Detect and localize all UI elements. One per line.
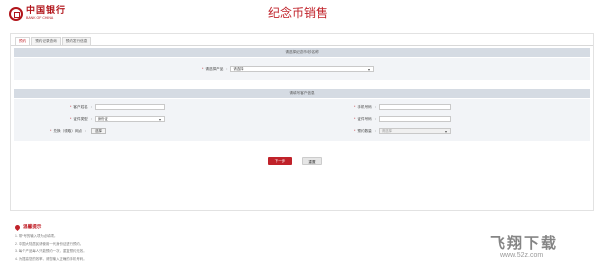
tab-issue-info[interactable]: 预约发行信息 xyxy=(61,37,92,45)
branch-row: * 兑换（领取）网点 : 选择 xyxy=(50,128,106,134)
id-number-label: 证件号码 xyxy=(357,116,372,121)
section-coin-select-header: 请选择纪念币/钞名称 xyxy=(14,48,590,57)
watermark-text: 飞翔下载 xyxy=(490,235,559,252)
header: 中国银行 BANK OF CHINA 纪念币销售 xyxy=(0,0,600,28)
product-label: 请选择产品 xyxy=(205,66,224,71)
product-row: * 请选择产品 : 请选择 xyxy=(202,66,375,72)
id-type-select[interactable]: 身份证 xyxy=(94,116,165,122)
tab-bar: 预约 预约记录查询 预约发行信息 xyxy=(15,37,92,45)
tips-list: 1. 带*号的输入项为必填项。 2. 中国大陆居民请使用一代身份证进行预约。 3… xyxy=(15,233,87,263)
phone-row: * 手机号码 : xyxy=(354,104,451,110)
reset-button[interactable]: 重置 xyxy=(302,157,322,165)
location-pin-icon xyxy=(13,223,22,231)
tip-item: 4. 为提高您的效率，请您输入正确的手机号码。 xyxy=(15,256,87,261)
quantity-select[interactable]: 请选择 xyxy=(378,128,451,134)
tab-reservation-records[interactable]: 预约记录查询 xyxy=(31,37,61,45)
quantity-row: * 预约数量 : 请选择 xyxy=(354,128,451,134)
main-panel: 预约 预约记录查询 预约发行信息 请选择纪念币/钞名称 * 请选择产品 : 请选… xyxy=(10,33,594,211)
name-label: 客户姓名 xyxy=(73,104,88,109)
bank-logo[interactable]: 中国银行 BANK OF CHINA xyxy=(9,4,66,24)
name-input[interactable] xyxy=(94,104,165,110)
tip-item: 1. 带*号的输入项为必填项。 xyxy=(15,234,58,238)
select-branch-button[interactable]: 选择 xyxy=(91,128,106,134)
tip-item: 2. 中国大陆居民请使用一代身份证进行预约。 xyxy=(15,241,84,246)
tips-title: 温馨提示 xyxy=(23,224,42,229)
logo-chinese-name: 中国银行 xyxy=(26,6,67,16)
logo-english-name: BANK OF CHINA xyxy=(26,16,54,20)
section-customer-info: * 客户姓名 : * 手机号码 : * 证件类型 : 身份证 * 证件号码 : … xyxy=(14,99,590,141)
required-marker: * xyxy=(202,67,204,71)
section-coin-select: * 请选择产品 : 请选择 xyxy=(14,58,590,80)
id-type-row: * 证件类型 : 身份证 xyxy=(70,116,165,122)
tips-section: 温馨提示 1. 带*号的输入项为必填项。 2. 中国大陆居民请使用一代身份证进行… xyxy=(13,223,87,263)
branch-label: 兑换（领取）网点 xyxy=(53,128,83,133)
id-number-input[interactable] xyxy=(378,116,451,122)
tab-reserve[interactable]: 预约 xyxy=(15,37,31,45)
id-type-label: 证件类型 xyxy=(73,116,88,121)
name-row: * 客户姓名 : xyxy=(70,104,165,110)
next-button[interactable]: 下一步 xyxy=(268,157,292,165)
phone-label: 手机号码 xyxy=(357,104,372,109)
section-customer-info-header: 请填写客户信息 xyxy=(14,89,590,98)
product-select[interactable]: 请选择 xyxy=(230,66,375,72)
quantity-label: 预约数量 xyxy=(357,128,372,133)
boc-logo-icon xyxy=(9,7,23,21)
page-title: 纪念币销售 xyxy=(268,6,329,20)
tip-item: 3. 每个产品每人只能预约一次，重复预约无效。 xyxy=(15,249,87,253)
tab-divider xyxy=(11,45,593,46)
phone-input[interactable] xyxy=(378,104,451,110)
id-number-row: * 证件号码 : xyxy=(354,116,451,122)
watermark-url: www.52z.com xyxy=(500,252,544,259)
